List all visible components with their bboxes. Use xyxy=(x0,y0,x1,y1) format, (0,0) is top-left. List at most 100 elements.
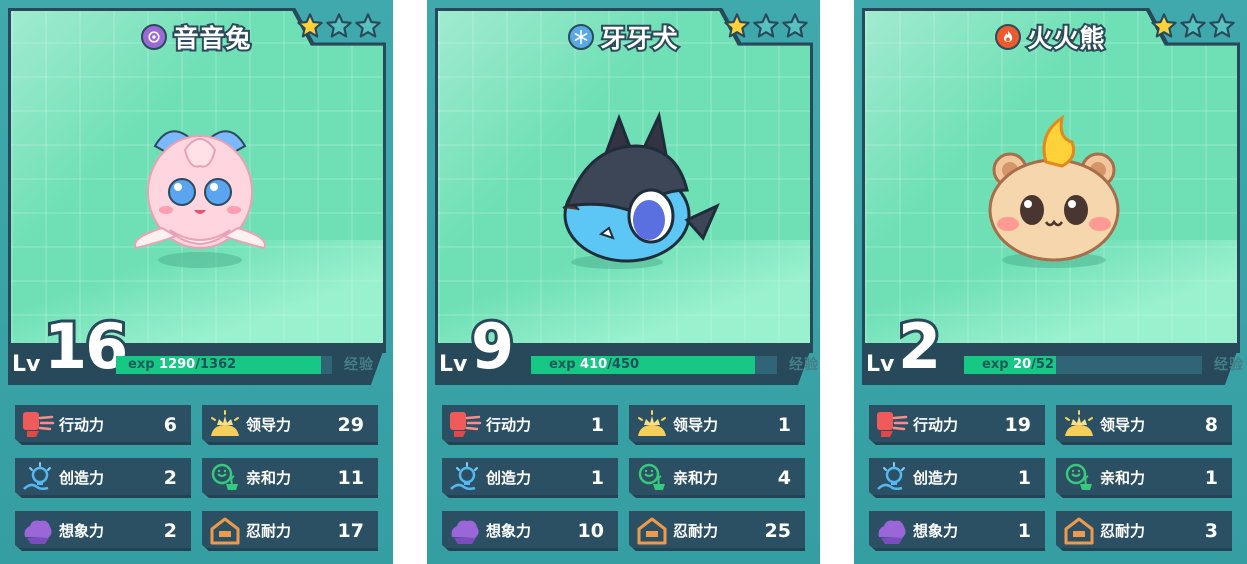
creativity-icon xyxy=(875,462,909,494)
stat-label: 忍耐力 xyxy=(246,522,292,540)
stat-creativity[interactable]: 创造力 2 xyxy=(15,458,191,498)
stat-label: 忍耐力 xyxy=(673,522,719,540)
star-empty-icon xyxy=(752,12,780,40)
imagination-icon xyxy=(21,515,55,547)
stat-value: 29 xyxy=(337,414,364,436)
stat-label: 领导力 xyxy=(673,416,719,434)
leadership-icon xyxy=(635,409,669,441)
stat-imagination[interactable]: 想象力 10 xyxy=(442,511,618,551)
stat-affinity[interactable]: 亲和力 11 xyxy=(202,458,378,498)
stat-label: 想象力 xyxy=(913,522,959,540)
pet-card[interactable]: 火火熊 Lv 2 exp 20/52 经验 行动力 19 领导力 8 创造力 1 亲和力 1 想象力 1 忍耐… xyxy=(854,0,1247,564)
endurance-icon xyxy=(208,515,242,547)
stat-endurance[interactable]: 忍耐力 17 xyxy=(202,511,378,551)
stat-leadership[interactable]: 领导力 29 xyxy=(202,405,378,445)
imagination-icon xyxy=(448,515,482,547)
affinity-icon xyxy=(635,462,669,494)
exp-current: 410 xyxy=(580,357,608,372)
star-rating xyxy=(1150,12,1236,40)
star-filled-icon xyxy=(1150,12,1178,40)
pet-card[interactable]: 牙牙犬 Lv 9 exp 410/450 经验 行动力 1 领导力 1 创造力 1 亲和力 4 想象力 10… xyxy=(427,0,820,564)
pet-portrait[interactable] xyxy=(527,110,727,280)
stat-creativity[interactable]: 创造力 1 xyxy=(869,458,1045,498)
stat-value: 11 xyxy=(337,467,364,489)
exp-track: exp 410/450 xyxy=(531,356,777,374)
stat-imagination[interactable]: 想象力 1 xyxy=(869,511,1045,551)
stat-value: 2 xyxy=(163,520,177,542)
sound-icon xyxy=(141,24,168,50)
stat-value: 19 xyxy=(1004,414,1031,436)
creativity-icon xyxy=(448,462,482,494)
pet-name: 火火熊 xyxy=(1025,22,1106,55)
pet-portrait[interactable] xyxy=(954,110,1154,280)
stat-action[interactable]: 行动力 6 xyxy=(15,405,191,445)
star-rating xyxy=(296,12,382,40)
stat-endurance[interactable]: 忍耐力 25 xyxy=(629,511,805,551)
endurance-icon xyxy=(635,515,669,547)
stat-value: 1 xyxy=(590,414,604,436)
stat-label: 创造力 xyxy=(486,469,532,487)
stat-leadership[interactable]: 领导力 1 xyxy=(629,405,805,445)
exp-current: 20 xyxy=(1013,357,1032,372)
level-label: Lv xyxy=(12,352,41,377)
exp-label: 经验 xyxy=(344,357,374,373)
stat-value: 1 xyxy=(777,414,791,436)
star-filled-icon xyxy=(296,12,324,40)
stat-label: 亲和力 xyxy=(673,469,719,487)
exp-label: 经验 xyxy=(789,357,819,373)
stat-leadership[interactable]: 领导力 8 xyxy=(1056,405,1232,445)
stat-label: 行动力 xyxy=(913,416,959,434)
stat-value: 8 xyxy=(1204,414,1218,436)
stat-creativity[interactable]: 创造力 1 xyxy=(442,458,618,498)
stat-affinity[interactable]: 亲和力 1 xyxy=(1056,458,1232,498)
stat-value: 4 xyxy=(777,467,791,489)
stat-action[interactable]: 行动力 19 xyxy=(869,405,1045,445)
stat-label: 行动力 xyxy=(59,416,105,434)
stat-action[interactable]: 行动力 1 xyxy=(442,405,618,445)
star-rating xyxy=(723,12,809,40)
level-number: 16 xyxy=(41,310,131,383)
pet-card[interactable]: 音音兔 Lv 16 exp 1290/1362 经验 行动力 6 领导力 29 创造力 2 亲和力 11… xyxy=(0,0,393,564)
stat-endurance[interactable]: 忍耐力 3 xyxy=(1056,511,1232,551)
star-empty-icon xyxy=(1208,12,1236,40)
leadership-icon xyxy=(208,409,242,441)
level-label: Lv xyxy=(866,352,895,377)
stat-label: 创造力 xyxy=(59,469,105,487)
exp-prefix: exp xyxy=(128,357,155,372)
star-empty-icon xyxy=(1179,12,1207,40)
level-number: 9 xyxy=(468,310,517,383)
star-empty-icon xyxy=(354,12,382,40)
fire-icon xyxy=(995,24,1022,50)
level-number: 2 xyxy=(895,310,944,383)
stat-label: 亲和力 xyxy=(1100,469,1146,487)
stat-value: 1 xyxy=(1204,467,1218,489)
stat-label: 领导力 xyxy=(246,416,292,434)
stat-value: 17 xyxy=(337,520,364,542)
exp-label: 经验 xyxy=(1214,357,1244,373)
stat-value: 10 xyxy=(577,520,604,542)
imagination-icon xyxy=(875,515,909,547)
stat-label: 忍耐力 xyxy=(1100,522,1146,540)
action-icon xyxy=(875,409,909,441)
pet-name: 牙牙犬 xyxy=(598,22,679,55)
stat-label: 想象力 xyxy=(486,522,532,540)
exp-current: 1290 xyxy=(159,357,196,372)
stat-value: 25 xyxy=(764,520,791,542)
stat-value: 6 xyxy=(163,414,177,436)
stat-label: 领导力 xyxy=(1100,416,1146,434)
stat-label: 行动力 xyxy=(486,416,532,434)
snowflake-icon xyxy=(568,24,595,50)
affinity-icon xyxy=(1062,462,1096,494)
action-icon xyxy=(21,409,55,441)
exp-prefix: exp xyxy=(549,357,576,372)
star-empty-icon xyxy=(325,12,353,40)
stat-value: 1 xyxy=(1017,467,1031,489)
stat-label: 想象力 xyxy=(59,522,105,540)
exp-max: /450 xyxy=(607,357,640,372)
star-empty-icon xyxy=(781,12,809,40)
stat-value: 3 xyxy=(1204,520,1218,542)
pet-portrait[interactable] xyxy=(100,110,300,280)
stat-value: 1 xyxy=(590,467,604,489)
stat-affinity[interactable]: 亲和力 4 xyxy=(629,458,805,498)
stat-imagination[interactable]: 想象力 2 xyxy=(15,511,191,551)
